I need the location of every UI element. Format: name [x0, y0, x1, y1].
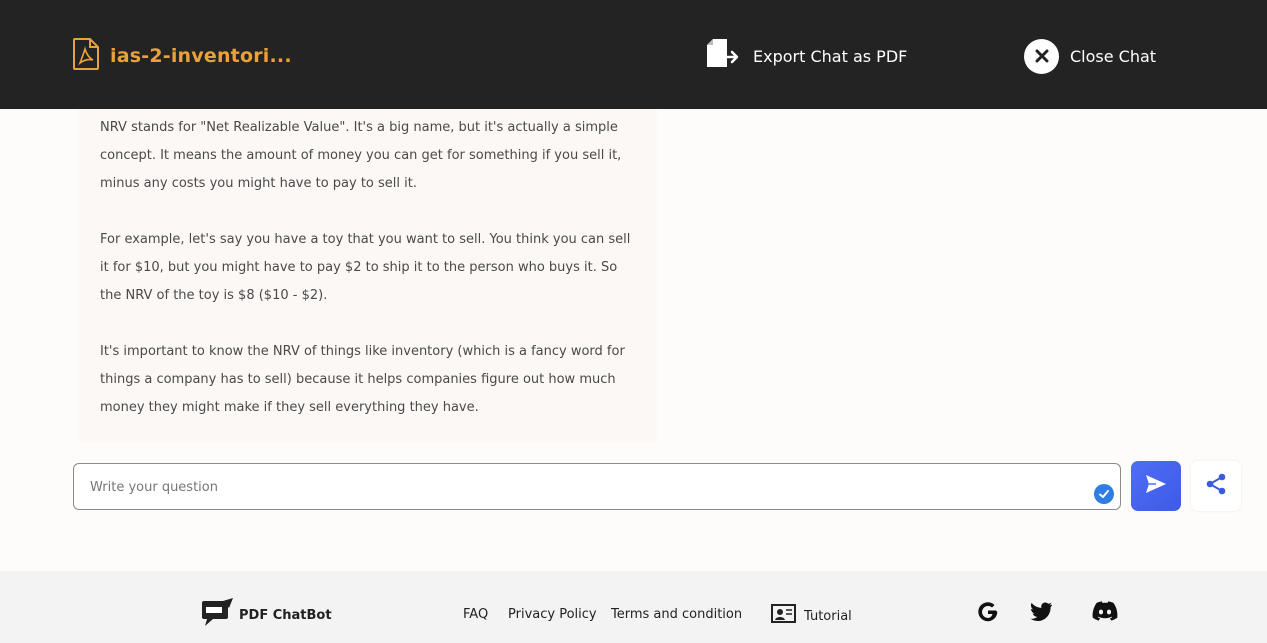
checkmark-icon	[1094, 484, 1114, 504]
close-chat-button[interactable]: Close Chat	[1024, 38, 1156, 74]
export-icon	[703, 37, 741, 75]
brand-name: PDF ChatBot	[239, 607, 332, 623]
bot-message-bubble: NRV stands for "Net Realizable Value". I…	[78, 109, 657, 442]
twitter-icon[interactable]	[1029, 601, 1053, 627]
send-button[interactable]	[1131, 461, 1181, 511]
pdf-file-icon	[72, 38, 100, 74]
send-icon	[1145, 474, 1167, 498]
privacy-policy-link[interactable]: Privacy Policy	[508, 607, 597, 622]
tutorial-label: Tutorial	[804, 608, 852, 624]
question-input-container	[73, 463, 1121, 511]
top-bar: ias-2-inventori... Export Chat as PDF Cl…	[0, 0, 1267, 109]
brand-logo[interactable]: PDF ChatBot	[201, 598, 332, 632]
tutorial-link[interactable]: Tutorial	[771, 603, 852, 629]
question-input[interactable]	[88, 464, 1082, 511]
message-paragraph: It's important to know the NRV of things…	[100, 344, 625, 415]
pdf-chatbot-logo-icon	[201, 598, 235, 632]
message-paragraph: For example, let's say you have a toy th…	[100, 232, 631, 303]
footer: PDF ChatBot FAQ Privacy Policy Terms and…	[0, 571, 1267, 643]
close-icon	[1024, 38, 1059, 74]
terms-link[interactable]: Terms and condition	[611, 607, 742, 622]
tutorial-icon	[771, 603, 796, 629]
faq-link[interactable]: FAQ	[463, 607, 488, 622]
document-title: ias-2-inventori...	[110, 45, 292, 67]
share-button[interactable]	[1191, 461, 1241, 511]
document-title-area: ias-2-inventori...	[72, 38, 292, 74]
close-chat-label: Close Chat	[1070, 46, 1157, 66]
share-icon	[1205, 473, 1227, 499]
export-chat-label: Export Chat as PDF	[753, 46, 908, 66]
message-paragraph: NRV stands for "Net Realizable Value". I…	[100, 120, 622, 191]
discord-icon[interactable]	[1092, 601, 1118, 625]
google-icon[interactable]	[977, 601, 999, 627]
export-chat-pdf-button[interactable]: Export Chat as PDF	[703, 38, 907, 74]
